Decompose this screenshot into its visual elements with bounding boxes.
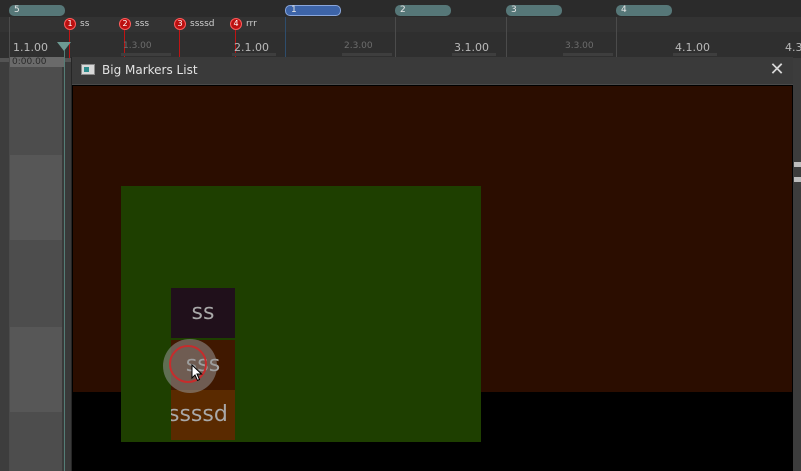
marker-line (179, 30, 180, 58)
marker-name: ss (80, 19, 90, 29)
region-1[interactable]: 1 (285, 5, 341, 16)
window-icon (81, 64, 95, 75)
big-marker-item[interactable]: ss (171, 288, 235, 338)
ruler-tick-label: 4.3 (785, 41, 801, 54)
marker-name: sss (135, 19, 150, 29)
time-readout: 0:00.00 (10, 57, 64, 67)
scroll-handle[interactable] (794, 162, 801, 167)
region-label: 5 (14, 5, 20, 15)
mouse-cursor-icon (191, 364, 203, 382)
right-scrollbar[interactable] (792, 58, 801, 471)
marker-number-badge: 4 (230, 18, 242, 30)
ruler-underline (452, 53, 496, 56)
big-marker-item[interactable]: ssssd (171, 390, 235, 440)
playhead-line (64, 50, 65, 471)
region-4[interactable]: 4 (616, 5, 672, 16)
region-5[interactable]: 5 (9, 5, 65, 16)
dialog-titlebar[interactable]: Big Markers List ✕ (72, 57, 793, 85)
marker-number-badge: 1 (64, 18, 76, 30)
dialog-title: Big Markers List (102, 63, 198, 77)
marker-1[interactable]: 1 ss (64, 18, 89, 30)
region-3[interactable]: 3 (506, 5, 562, 16)
region-label: 4 (621, 5, 627, 15)
region-label: 1 (291, 5, 297, 15)
marker-name: ssssd (190, 19, 215, 29)
click-indicator (163, 339, 217, 393)
track-header-edge (0, 62, 9, 471)
marker-number-badge: 2 (119, 18, 131, 30)
marker-2[interactable]: 2 sss (119, 18, 149, 30)
track-lane (10, 327, 62, 412)
marker-name: rrr (246, 19, 257, 29)
ruler-tick-label: 1.3.00 (123, 41, 152, 51)
marker-number-badge: 3 (174, 18, 186, 30)
ruler-underline (121, 53, 171, 56)
track-lane (10, 155, 62, 240)
marker-4[interactable]: 4 rrr (230, 18, 257, 30)
region-label: 3 (511, 5, 517, 15)
ruler-underline (563, 53, 613, 56)
ruler-underline (232, 53, 276, 56)
big-markers-dialog: Big Markers List ✕ ss sss ssssd (71, 57, 793, 471)
region-label: 2 (400, 5, 406, 15)
ruler-underline (342, 53, 392, 56)
ruler-underline (673, 53, 717, 56)
ruler-tick-label: 2.3.00 (344, 41, 373, 51)
close-icon[interactable]: ✕ (767, 60, 787, 80)
region-2[interactable]: 2 (395, 5, 451, 16)
scroll-handle[interactable] (794, 177, 801, 182)
ruler-tick-label: 3.3.00 (565, 41, 594, 51)
ruler-tick-label: 1.1.00 (13, 41, 48, 54)
marker-3[interactable]: 3 ssssd (174, 18, 214, 30)
